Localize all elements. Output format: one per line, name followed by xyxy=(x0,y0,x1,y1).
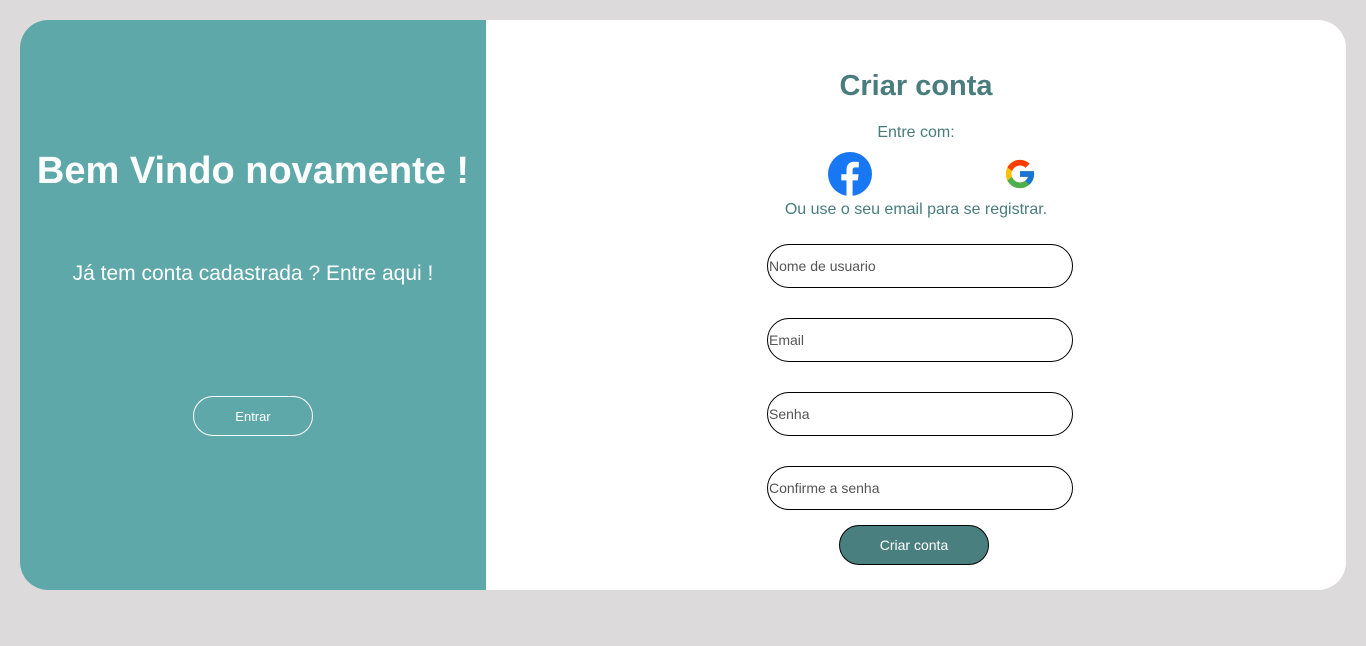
social-login-label: Entre com: xyxy=(877,124,955,141)
signup-panel: Criar conta Entre com: Ou use o seu emai… xyxy=(486,20,1346,590)
welcome-subtitle: Já tem conta cadastrada ? Entre aqui ! xyxy=(72,262,434,285)
login-button[interactable]: Entrar xyxy=(193,396,313,436)
create-account-button[interactable]: Criar conta xyxy=(839,525,989,565)
confirm-password-input[interactable] xyxy=(767,466,1073,510)
google-icon[interactable] xyxy=(1003,157,1037,191)
signup-title: Criar conta xyxy=(839,70,993,102)
email-input[interactable] xyxy=(767,318,1073,362)
auth-card: Bem Vindo novamente ! Já tem conta cadas… xyxy=(20,20,1346,590)
email-signup-label: Ou use o seu email para se registrar. xyxy=(784,201,1048,218)
password-input[interactable] xyxy=(767,392,1073,436)
welcome-panel: Bem Vindo novamente ! Já tem conta cadas… xyxy=(20,20,486,590)
welcome-title: Bem Vindo novamente ! xyxy=(36,150,470,192)
username-input[interactable] xyxy=(767,244,1073,288)
facebook-icon[interactable] xyxy=(828,152,872,196)
